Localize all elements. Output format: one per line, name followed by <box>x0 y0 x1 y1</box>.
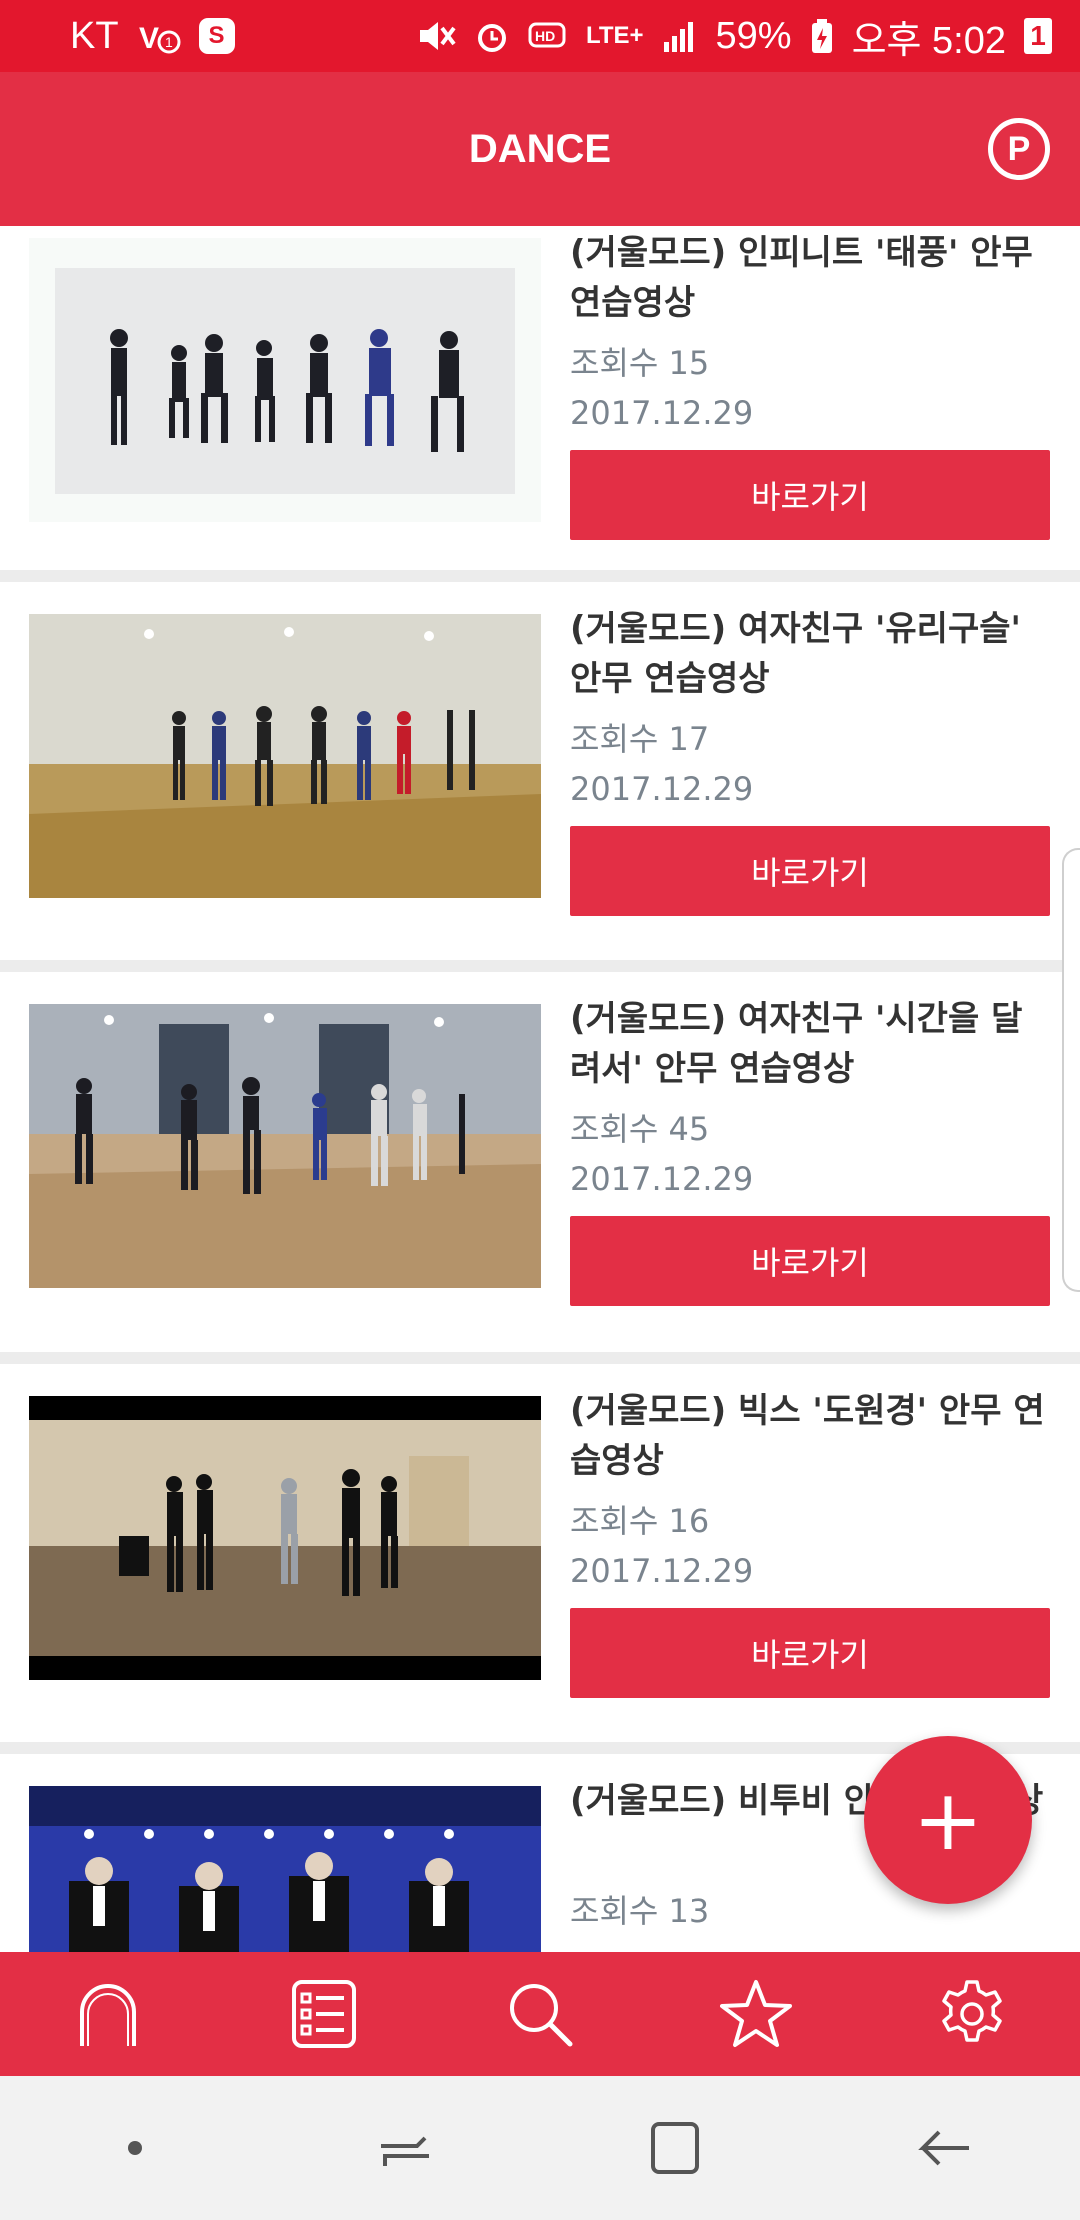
go-button[interactable]: 바로가기 <box>570 450 1050 540</box>
page-title: DANCE <box>468 126 612 171</box>
carrier-label: KT <box>70 14 119 57</box>
svg-text:1: 1 <box>165 34 173 50</box>
go-button[interactable]: 바로가기 <box>570 1216 1050 1306</box>
video-views: 조회수 13 <box>570 1892 710 1930</box>
recent-apps-icon <box>381 2136 429 2166</box>
video-date: 2017.12.29 <box>570 1552 754 1590</box>
battery-percent: 59% <box>715 14 792 57</box>
video-views: 조회수 45 <box>570 1110 710 1148</box>
hd-voice-icon: HD <box>528 18 568 54</box>
video-card: (거울모드) 인피니트 '태풍' 안무 연습영상 조회수 15 2017.12.… <box>0 226 1080 574</box>
nav-search[interactable] <box>480 1959 600 2069</box>
network-type-label: LTE+ <box>585 22 644 49</box>
video-thumbnail[interactable] <box>29 1004 541 1288</box>
video-card: (거울모드) 빅스 '도원경' 안무 연습영상 조회수 16 2017.12.2… <box>0 1384 1080 1732</box>
nav-settings[interactable] <box>912 1959 1032 2069</box>
nav-favorites[interactable] <box>696 1959 816 2069</box>
nav-list[interactable] <box>264 1959 384 2069</box>
svg-text:HD: HD <box>535 28 555 44</box>
video-date: 2017.12.29 <box>570 1160 754 1198</box>
add-button[interactable]: + <box>864 1736 1032 1904</box>
clock: 오후 5:02 <box>851 19 1006 62</box>
bottom-nav <box>0 1952 1080 2076</box>
mute-icon <box>416 18 456 54</box>
video-date: 2017.12.29 <box>570 394 754 432</box>
go-button[interactable]: 바로가기 <box>570 1608 1050 1698</box>
video-views: 조회수 17 <box>570 720 710 758</box>
battery-icon <box>810 18 834 54</box>
video-title: (거울모드) 여자친구 '시간을 달려서' 안무 연습영상 <box>570 999 1023 1089</box>
search-icon <box>510 1984 573 2047</box>
video-thumbnail[interactable] <box>29 1786 541 1952</box>
recent-apps-button[interactable] <box>345 2098 465 2198</box>
video-list[interactable]: (거울모드) 인피니트 '태풍' 안무 연습영상 조회수 15 2017.12.… <box>0 226 1080 1952</box>
svg-text:V: V <box>139 22 159 55</box>
video-card: (거울모드) 여자친구 '유리구슬' 안무 연습영상 조회수 17 2017.1… <box>0 602 1080 950</box>
vowifi-icon: V1 <box>137 16 181 56</box>
nav-home[interactable] <box>48 1959 168 2069</box>
video-views: 조회수 16 <box>570 1502 710 1540</box>
sys-dot-button[interactable] <box>75 2098 195 2198</box>
back-icon <box>918 2130 969 2166</box>
video-thumbnail[interactable] <box>29 614 541 898</box>
video-card: (거울모드) 여자친구 '시간을 달려서' 안무 연습영상 조회수 45 201… <box>0 992 1080 1340</box>
home-square-icon <box>651 2122 699 2174</box>
video-title: (거울모드) 빅스 '도원경' 안무 연습영상 <box>570 1391 1045 1481</box>
system-nav-bar <box>0 2076 1080 2220</box>
video-thumbnail[interactable] <box>29 1396 541 1680</box>
scroll-handle[interactable] <box>1062 848 1080 1292</box>
notification-count-badge: 1 <box>1024 18 1052 54</box>
status-bar: KT V1 S HD LTE+ 59% 오후 5:02 1 <box>0 0 1080 72</box>
go-button[interactable]: 바로가기 <box>570 826 1050 916</box>
divider <box>0 1352 1080 1364</box>
signal-icon <box>662 18 698 54</box>
dot-icon <box>128 2141 142 2155</box>
app-notification-icon: S <box>198 18 235 54</box>
star-icon <box>720 1980 792 2047</box>
gear-icon <box>942 1980 1002 2042</box>
alarm-icon <box>474 18 510 54</box>
home-button[interactable] <box>615 2098 735 2198</box>
divider <box>0 570 1080 582</box>
video-title: (거울모드) 인피니트 '태풍' 안무 연습영상 <box>570 233 1033 323</box>
divider <box>0 960 1080 972</box>
premium-button[interactable]: P <box>988 118 1050 180</box>
app-bar: DANCE P <box>0 72 1080 226</box>
list-icon <box>292 1980 356 2048</box>
video-thumbnail[interactable] <box>29 238 541 522</box>
home-icon <box>80 1984 136 2046</box>
video-views: 조회수 15 <box>570 344 710 382</box>
video-date: 2017.12.29 <box>570 770 754 808</box>
video-title: (거울모드) 여자친구 '유리구슬' 안무 연습영상 <box>570 609 1021 699</box>
back-button[interactable] <box>885 2098 1005 2198</box>
